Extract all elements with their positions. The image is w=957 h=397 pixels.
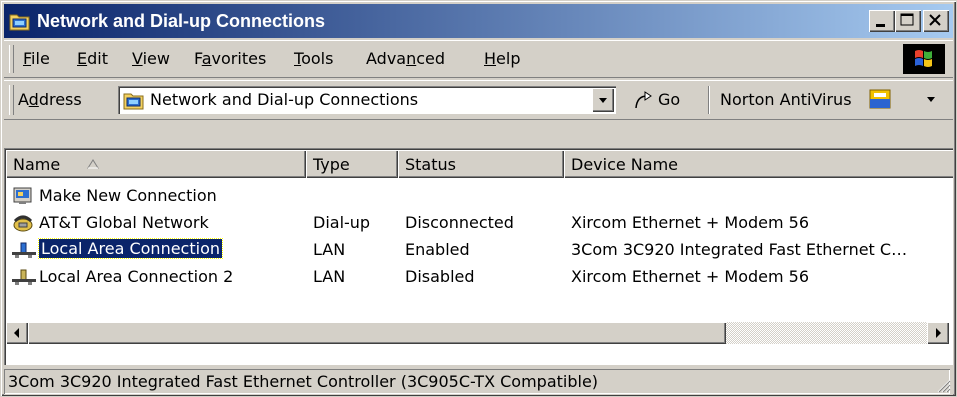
list-item[interactable]: Local Area Connection 2 LAN Disabled Xir… xyxy=(6,264,946,290)
status-text: 3Com 3C920 Integrated Fast Ethernet Cont… xyxy=(4,369,950,394)
lan-connection-icon xyxy=(12,269,36,285)
maximize-icon xyxy=(900,13,914,26)
column-header-label: Device Name xyxy=(571,155,679,174)
explorer-window: Network and Dial-up Connections File Edi… xyxy=(0,0,957,397)
menu-bar: File Edit View Favorites Tools Advanced … xyxy=(4,40,953,78)
column-header-label: Name xyxy=(13,155,61,174)
dialup-phone-icon xyxy=(13,215,33,232)
maximize-button[interactable] xyxy=(895,10,921,32)
chevron-down-icon xyxy=(599,98,607,103)
list-item[interactable]: AT&T Global Network Dial-up Disconnected… xyxy=(6,210,946,236)
horizontal-scrollbar[interactable] xyxy=(6,322,949,344)
column-header-label: Status xyxy=(405,155,456,174)
norton-antivirus-icon[interactable] xyxy=(868,87,894,111)
item-name: AT&T Global Network xyxy=(39,213,209,232)
menu-edit[interactable]: Edit xyxy=(77,49,108,68)
address-label: Address xyxy=(18,90,82,109)
column-header-type[interactable]: Type xyxy=(306,150,398,178)
menu-advanced[interactable]: Advanced xyxy=(366,49,445,68)
minimize-button[interactable] xyxy=(869,10,895,32)
column-header-device-name[interactable]: Device Name xyxy=(564,150,953,178)
title-bar[interactable]: Network and Dial-up Connections xyxy=(4,4,953,38)
arrow-left-icon xyxy=(14,328,19,338)
arrow-right-icon xyxy=(936,328,941,338)
item-name: Local Area Connection xyxy=(38,238,223,259)
go-arrow-icon xyxy=(635,91,652,109)
scroll-right-button[interactable] xyxy=(927,322,949,344)
column-header-name[interactable]: Name xyxy=(6,150,306,178)
item-type: LAN xyxy=(313,267,346,286)
address-bar: Address Network and Dial-up Connections … xyxy=(4,80,953,120)
close-button[interactable] xyxy=(923,10,949,32)
window-title: Network and Dial-up Connections xyxy=(37,11,326,31)
go-label: Go xyxy=(658,90,681,109)
item-status: Disconnected xyxy=(405,213,514,232)
windows-flag-icon xyxy=(915,50,932,67)
column-header-status[interactable]: Status xyxy=(398,150,564,178)
item-device: 3Com 3C920 Integrated Fast Ethernet C… xyxy=(571,240,908,259)
status-bar: 3Com 3C920 Integrated Fast Ethernet Cont… xyxy=(4,367,953,395)
lan-connection-icon xyxy=(12,242,36,258)
sort-ascending-icon xyxy=(87,159,99,169)
list-header: Name Type Status Device Name xyxy=(6,150,953,178)
menu-help[interactable]: Help xyxy=(484,49,520,68)
menu-tools[interactable]: Tools xyxy=(294,49,333,68)
item-device: Xircom Ethernet + Modem 56 xyxy=(571,267,810,286)
resize-grip-icon[interactable] xyxy=(935,377,951,393)
menu-file[interactable]: File xyxy=(23,49,50,68)
item-status: Disabled xyxy=(405,267,475,286)
toolbar-separator xyxy=(708,86,710,114)
address-value: Network and Dial-up Connections xyxy=(150,90,419,109)
scroll-thumb[interactable] xyxy=(28,322,726,344)
minimize-icon xyxy=(876,24,885,27)
scroll-left-button[interactable] xyxy=(6,322,28,344)
close-icon xyxy=(929,14,941,26)
item-name: Local Area Connection 2 xyxy=(39,267,234,286)
network-folder-icon xyxy=(123,93,144,110)
item-type: Dial-up xyxy=(313,213,371,232)
address-grip[interactable] xyxy=(9,85,14,115)
list-item[interactable]: Make New Connection xyxy=(6,183,946,209)
norton-label[interactable]: Norton AntiVirus xyxy=(720,90,852,109)
item-name: Make New Connection xyxy=(39,186,217,205)
item-device: Xircom Ethernet + Modem 56 xyxy=(571,213,810,232)
list-item[interactable]: Local Area Connection LAN Enabled 3Com 3… xyxy=(6,237,946,263)
new-connection-icon xyxy=(13,187,32,204)
column-header-label: Type xyxy=(313,155,350,174)
item-type: LAN xyxy=(313,240,346,259)
windows-logo xyxy=(903,44,945,74)
network-folder-icon xyxy=(9,14,30,31)
address-field[interactable]: Network and Dial-up Connections xyxy=(118,86,616,114)
address-dropdown-button[interactable] xyxy=(592,88,614,112)
item-status: Enabled xyxy=(405,240,470,259)
chevron-down-icon[interactable] xyxy=(926,96,938,104)
menu-view[interactable]: View xyxy=(132,49,170,68)
connections-list[interactable]: Name Type Status Device Name Make New Co… xyxy=(4,148,953,365)
menu-grip[interactable] xyxy=(9,45,14,73)
menu-favorites[interactable]: Favorites xyxy=(194,49,266,68)
